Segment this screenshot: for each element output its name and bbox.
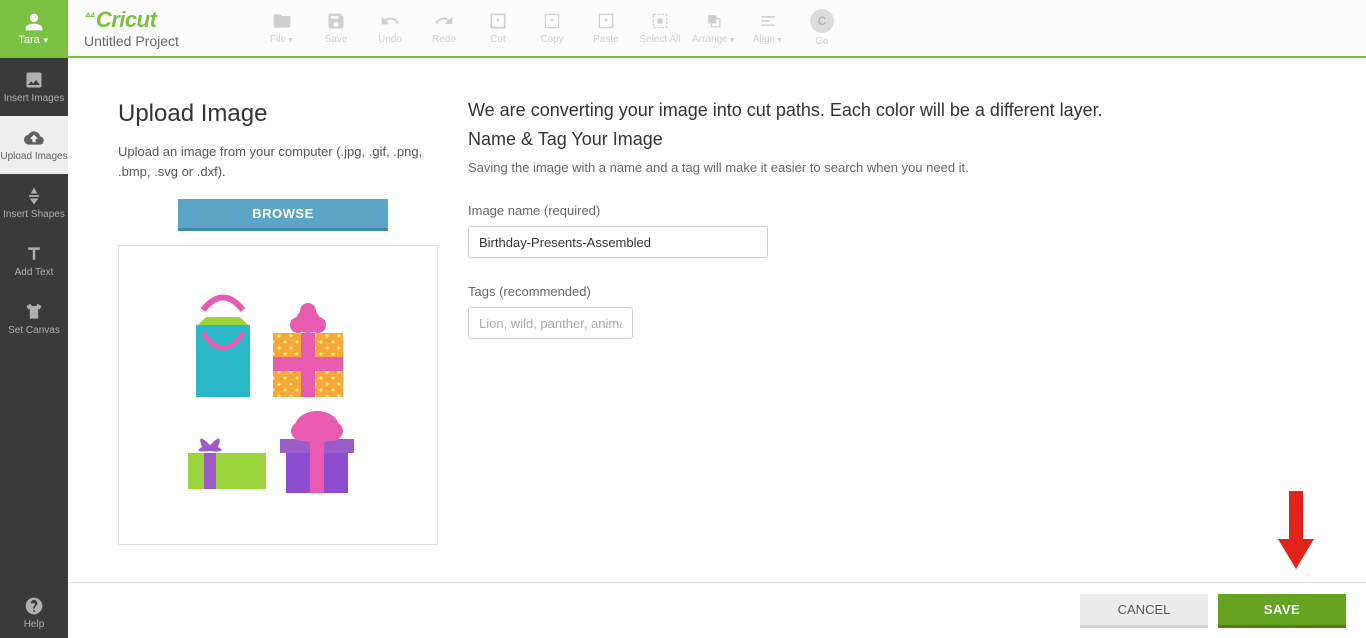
sidebar-item-insert-images[interactable]: Insert Images — [0, 58, 68, 116]
arrange-icon — [704, 11, 724, 31]
tags-label: Tags (recommended) — [468, 284, 1316, 299]
preview-svg — [168, 285, 388, 505]
save-button[interactable]: SAVE — [1218, 594, 1346, 628]
undo-button[interactable]: Undo — [363, 0, 417, 56]
select-all-icon — [650, 11, 670, 31]
save-button[interactable]: Save — [309, 0, 363, 56]
main-content: Upload Image Upload an image from your c… — [68, 60, 1366, 582]
upload-description: Upload an image from your computer (.jpg… — [118, 142, 448, 181]
sidebar-label: Insert Shapes — [3, 209, 65, 220]
sidebar-label: Upload Images — [0, 151, 67, 162]
image-name-input[interactable] — [468, 226, 768, 258]
arrange-menu[interactable]: Arrange▼ — [687, 0, 741, 56]
align-icon — [758, 11, 778, 31]
image-preview — [118, 245, 438, 545]
chevron-down-icon: ▼ — [729, 37, 736, 44]
sidebar-item-insert-shapes[interactable]: Insert Shapes — [0, 174, 68, 232]
footer-bar: CANCEL SAVE — [68, 582, 1366, 638]
select-all-button[interactable]: Select All — [633, 0, 687, 56]
cancel-button[interactable]: CANCEL — [1080, 594, 1208, 628]
brand-logo: ᐞᐞCricut — [84, 7, 179, 33]
tshirt-icon — [24, 302, 44, 322]
sidebar-label: Add Text — [15, 267, 54, 278]
redo-button[interactable]: Redo — [417, 0, 471, 56]
help-label: Help — [24, 619, 45, 630]
undo-icon — [380, 11, 400, 31]
browse-button[interactable]: BROWSE — [178, 199, 388, 231]
image-name-label: Image name (required) — [468, 203, 1316, 218]
image-icon — [24, 70, 44, 90]
cut-button[interactable]: Cut — [471, 0, 525, 56]
chevron-down-icon: ▼ — [42, 36, 50, 45]
sidebar-item-upload-images[interactable]: Upload Images — [0, 116, 68, 174]
project-title: Untitled Project — [84, 33, 179, 49]
cut-icon — [488, 11, 508, 31]
profile-button[interactable]: Tara▼ — [0, 0, 68, 58]
sidebar-help[interactable]: Help — [0, 588, 68, 638]
paste-icon — [596, 11, 616, 31]
sidebar-item-add-text[interactable]: Add Text — [0, 232, 68, 290]
copy-button[interactable]: Copy — [525, 0, 579, 56]
chevron-down-icon: ▼ — [287, 37, 294, 44]
paste-button[interactable]: Paste — [579, 0, 633, 56]
redo-icon — [434, 11, 454, 31]
user-name: Tara — [18, 34, 39, 46]
align-menu[interactable]: Align▼ — [741, 0, 795, 56]
text-icon — [24, 244, 44, 264]
tags-input[interactable] — [468, 307, 633, 339]
brand-block: ᐞᐞCricut Untitled Project — [68, 0, 195, 56]
form-panel: We are converting your image into cut pa… — [448, 100, 1316, 545]
folder-icon — [272, 11, 292, 31]
upload-panel: Upload Image Upload an image from your c… — [118, 100, 448, 545]
copy-icon — [542, 11, 562, 31]
sidebar-item-set-canvas[interactable]: Set Canvas — [0, 290, 68, 348]
go-button[interactable]: C Go — [795, 0, 849, 56]
sidebar-label: Set Canvas — [8, 325, 60, 336]
save-hint: Saving the image with a name and a tag w… — [468, 160, 1316, 175]
convert-message: We are converting your image into cut pa… — [468, 100, 1316, 121]
file-menu[interactable]: File▼ — [255, 0, 309, 56]
toolbar-buttons: File▼ Save Undo Redo Cut Copy Paste Sel — [255, 0, 849, 56]
top-toolbar: ᐞᐞCricut Untitled Project File▼ Save Und… — [68, 0, 1366, 58]
name-tag-heading: Name & Tag Your Image — [468, 129, 1316, 150]
left-sidebar: Tara▼ Insert Images Upload Images Insert… — [0, 0, 68, 638]
go-circle-icon: C — [810, 9, 834, 33]
upload-heading: Upload Image — [118, 100, 448, 128]
cloud-upload-icon — [24, 128, 44, 148]
help-icon — [24, 596, 44, 616]
shapes-icon — [24, 186, 44, 206]
sidebar-label: Insert Images — [4, 93, 65, 104]
user-icon — [24, 12, 44, 32]
chevron-down-icon: ▼ — [776, 37, 783, 44]
save-icon — [326, 11, 346, 31]
